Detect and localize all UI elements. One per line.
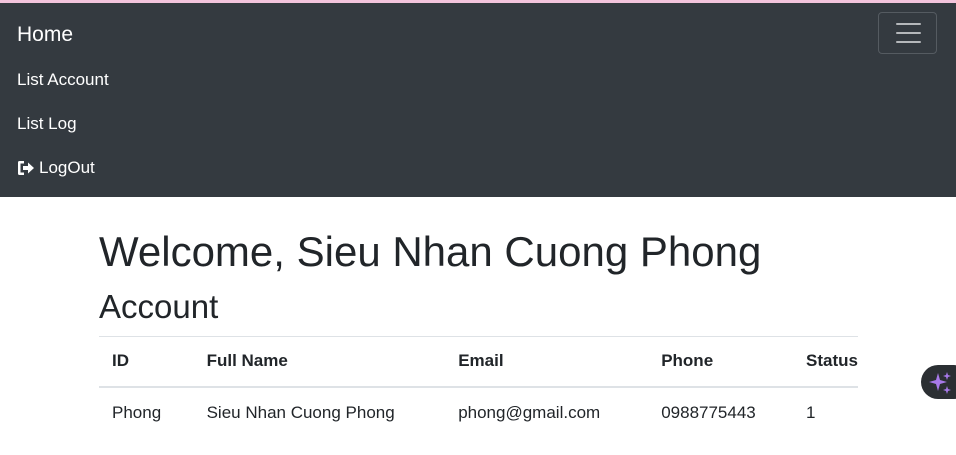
navbar: Home List Account List Log LogOut	[0, 3, 956, 197]
column-header-email: Email	[458, 351, 504, 371]
table-header-row: ID Full Name Email Phone Status	[99, 336, 858, 387]
sparkle-icon	[929, 372, 951, 394]
nav-link-label: LogOut	[39, 158, 95, 177]
floating-assistant-button[interactable]	[921, 365, 956, 399]
table-row: Phong Sieu Nhan Cuong Phong phong@gmail.…	[99, 387, 858, 438]
column-header-id: ID	[112, 351, 129, 371]
nav-link-label: List Log	[17, 114, 77, 133]
accounts-table: ID Full Name Email Phone Status Phong Si…	[99, 336, 858, 438]
cell-phone: 0988775443	[661, 402, 756, 422]
nav-link-logout[interactable]: LogOut	[17, 157, 95, 179]
cell-status: 1	[806, 402, 816, 422]
sign-out-icon	[18, 161, 34, 175]
column-header-full-name: Full Name	[206, 351, 288, 371]
navbar-toggler-button[interactable]	[878, 12, 937, 54]
nav-link-list-log[interactable]: List Log	[17, 113, 77, 135]
nav-link-label: List Account	[17, 70, 109, 89]
cell-full-name: Sieu Nhan Cuong Phong	[206, 402, 395, 422]
column-header-status: Status	[806, 351, 858, 371]
cell-id: Phong	[112, 402, 162, 422]
nav-link-list-account[interactable]: List Account	[17, 69, 109, 91]
cell-email: phong@gmail.com	[458, 402, 601, 422]
section-title-account: Account	[99, 288, 219, 325]
column-header-phone: Phone	[661, 351, 714, 371]
welcome-heading: Welcome, Sieu Nhan Cuong Phong	[99, 228, 762, 275]
navbar-brand-home[interactable]: Home	[17, 21, 73, 49]
